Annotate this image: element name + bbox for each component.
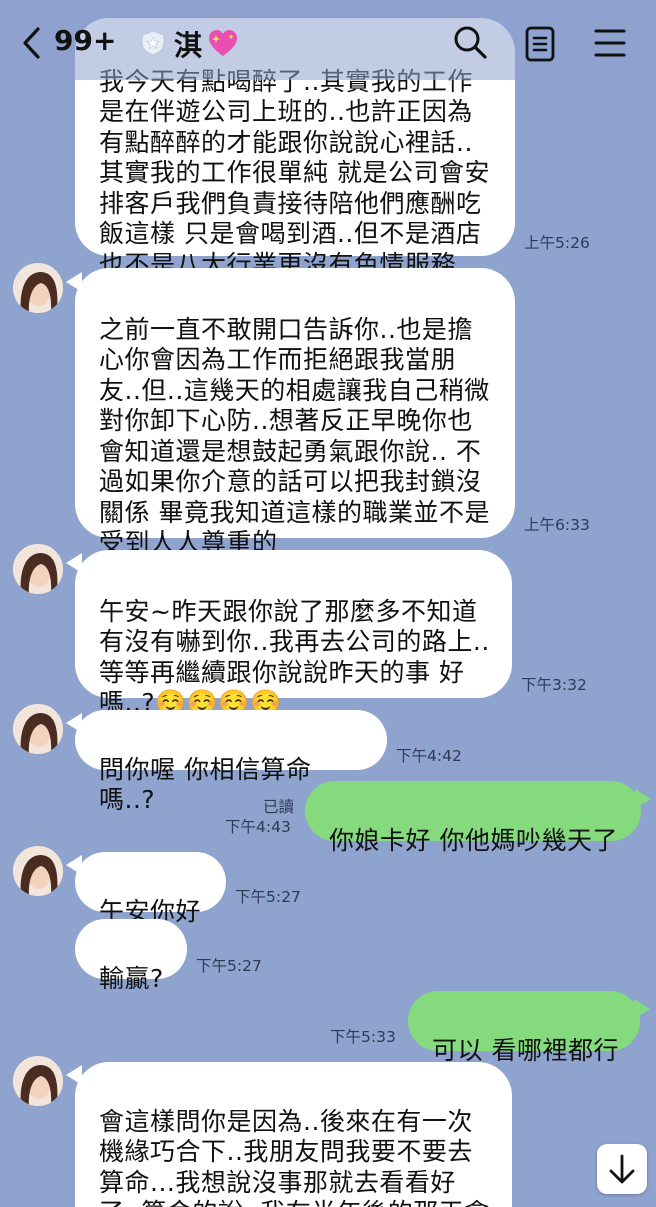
arrow-down-icon — [609, 1154, 635, 1184]
message-text: 午安~昨天跟你說了那麼多不知道 有沒有嚇到你..我再去公司的路上.. 等等再繼續… — [99, 596, 490, 718]
avatar[interactable] — [13, 263, 63, 313]
message-bubble[interactable]: 會這樣問你是因為..後來在有一次 機緣巧合下..我朋友問我要不要去 算命...我… — [75, 1062, 512, 1207]
message-bubble[interactable]: 之前一直不敢開口告訴你..也是擔 心你會因為工作而拒絕跟我當朋 友..但..這幾… — [75, 268, 515, 557]
message-time: 下午5:27 — [196, 957, 262, 975]
read-receipt: 已讀 — [263, 798, 295, 816]
message-list: 我今天有點喝醉了..其實我的工作 是在伴遊公司上班的..也許正因為 有點醉醉的才… — [0, 0, 656, 1207]
message-bubble[interactable]: 輸贏? — [75, 919, 187, 993]
message-text: 你娘卡好 你他媽吵幾天了 — [329, 825, 618, 855]
message-text: 可以 看哪裡都行 — [432, 1035, 619, 1065]
message-time: 下午3:32 — [521, 676, 587, 694]
message-bubble[interactable]: 午安~昨天跟你說了那麼多不知道 有沒有嚇到你..我再去公司的路上.. 等等再繼續… — [75, 550, 512, 717]
search-icon[interactable] — [452, 24, 488, 60]
message-bubble[interactable]: 午安你好 — [75, 852, 226, 926]
message-time: 下午4:43 — [225, 818, 291, 836]
notes-icon[interactable] — [524, 26, 556, 62]
message-text: 之前一直不敢開口告訴你..也是擔 心你會因為工作而拒絕跟我當朋 友..但..這幾… — [99, 314, 490, 558]
message-bubble[interactable]: 問你喔 你相信算命嗎..? — [75, 710, 387, 814]
message-time: 下午4:42 — [396, 747, 462, 765]
avatar[interactable] — [13, 1056, 63, 1106]
message-time: 上午6:33 — [524, 516, 590, 534]
shield-badge-icon — [141, 30, 165, 56]
avatar[interactable] — [13, 544, 63, 594]
sparkle-heart-icon — [209, 30, 237, 56]
message-text: 會這樣問你是因為..後來在有一次 機緣巧合下..我朋友問我要不要去 算命...我… — [99, 1106, 489, 1207]
message-time: 上午5:26 — [524, 234, 590, 252]
avatar[interactable] — [13, 704, 63, 754]
message-bubble[interactable]: 可以 看哪裡都行 — [408, 991, 640, 1065]
menu-icon[interactable] — [594, 28, 626, 58]
bubble-tail — [635, 789, 651, 809]
chat-name[interactable]: 淇 — [174, 24, 202, 64]
chat-header: 99+ 淇 — [0, 0, 656, 80]
message-time: 下午5:33 — [330, 1028, 396, 1046]
message-text: 我今天有點喝醉了..其實我的工作 是在伴遊公司上班的..也許正因為 有點醉醉的才… — [99, 66, 490, 279]
message-time: 下午5:27 — [235, 888, 301, 906]
avatar[interactable] — [13, 846, 63, 896]
unread-count[interactable]: 99+ — [54, 24, 116, 57]
chevron-left-icon[interactable] — [20, 26, 42, 60]
scroll-to-bottom-button[interactable] — [597, 1144, 647, 1194]
bubble-tail — [634, 999, 650, 1019]
message-bubble[interactable]: 你娘卡好 你他媽吵幾天了 — [305, 781, 641, 855]
message-text: 輸贏? — [99, 963, 164, 993]
